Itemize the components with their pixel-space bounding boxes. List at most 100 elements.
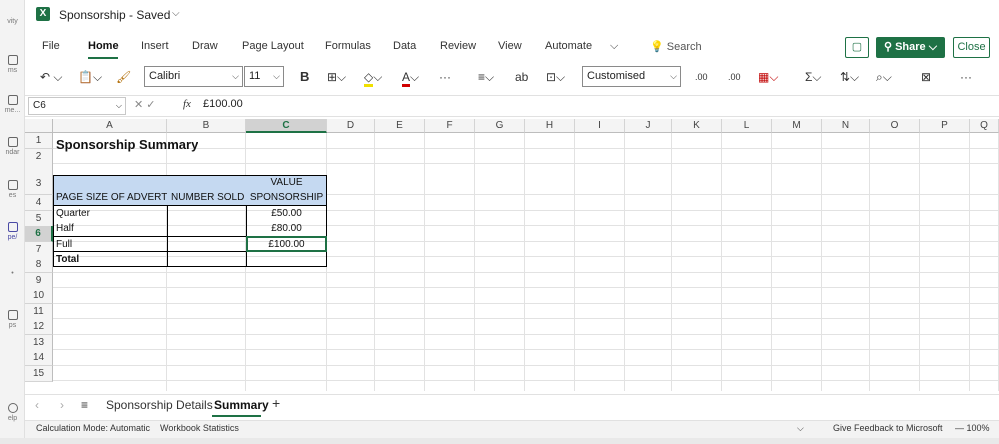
select-all-corner[interactable] [25,119,53,133]
find-icon[interactable]: ⌕⌵ [876,66,892,88]
row-header-2[interactable]: 2 [25,149,53,165]
column-header-c[interactable]: C [246,119,327,133]
zoom-level[interactable]: — 100% [955,423,999,433]
row-header-3[interactable]: 3 [25,164,53,195]
column-header-n[interactable]: N [822,119,870,133]
share-button[interactable]: ⚲ Share ⌵ [876,37,945,58]
cancel-icon[interactable]: ✕ [134,99,143,111]
menu-file[interactable]: File [42,40,60,52]
all-sheets-menu-icon[interactable]: ≡ [81,398,88,412]
column-header-o[interactable]: O [870,119,920,133]
column-header-b[interactable]: B [167,119,246,133]
row-header-6[interactable]: 6 [25,226,53,242]
add-sheet-icon[interactable]: + [272,395,280,411]
close-button[interactable]: Close [953,37,990,58]
number-format-combo[interactable]: Customised ⌵ [582,66,681,87]
row-header-12[interactable]: 12 [25,319,53,335]
column-header-a[interactable]: A [53,119,167,133]
row-header-11[interactable]: 11 [25,304,53,320]
more-options-icon[interactable]: ··· [439,66,451,88]
chevron-down-icon[interactable]: ⌵ [172,8,180,19]
workbook-statistics[interactable]: Workbook Statistics [160,423,239,433]
menu-home[interactable]: Home [88,40,119,52]
column-header-j[interactable]: J [625,119,672,133]
rail-item-help[interactable]: elp [0,403,25,422]
comments-button[interactable]: ▢ [845,37,869,58]
column-header-m[interactable]: M [772,119,822,133]
cell-c4[interactable]: £50.00 [246,208,327,219]
row-header-4[interactable]: 4 [25,195,53,211]
name-box[interactable]: C6 ⌵ [28,97,126,115]
column-header-h[interactable]: H [525,119,575,133]
merge-icon[interactable]: ⊡⌵ [546,66,565,88]
rail-item-apps-store[interactable]: ps [0,310,25,329]
cell-a6[interactable]: Full [56,239,72,250]
formula-cancel-confirm[interactable]: ✕ ✓ [134,98,156,111]
wrap-text-icon[interactable]: ab [515,66,528,88]
menu-automate[interactable]: Automate [545,40,592,52]
column-header-q[interactable]: Q [970,119,999,133]
clipboard-icon[interactable]: 📋⌵ [78,66,102,88]
rail-item-activity[interactable]: vity [0,18,25,25]
cell-a7-total[interactable]: Total [56,254,79,265]
document-title[interactable]: Sponsorship - Saved [59,8,170,22]
borders-icon[interactable]: ⊞⌵ [327,66,346,88]
menu-review[interactable]: Review [440,40,476,52]
cell-c5[interactable]: £80.00 [246,223,327,234]
search-box[interactable]: 💡 Search [650,40,702,53]
menu-data[interactable]: Data [393,40,416,52]
scroll-tabs-left-icon[interactable]: ‹ [35,398,39,412]
font-size-combo[interactable]: 11 ⌵ [244,66,284,87]
rail-item-teams[interactable]: ms [0,55,25,74]
menu-view[interactable]: View [498,40,522,52]
row-header-8[interactable]: 8 [25,257,53,273]
header-value-line2[interactable]: SPONSORSHIP [246,192,327,203]
font-name-combo[interactable]: Calibri ⌵ [144,66,243,87]
decrease-decimal-icon[interactable]: .00 [728,66,741,88]
menu-page-layout[interactable]: Page Layout [242,40,304,52]
tab-summary[interactable]: Summary [214,398,269,412]
column-header-e[interactable]: E [375,119,425,133]
undo-icon[interactable]: ↶ ⌵ [40,66,63,88]
menu-insert[interactable]: Insert [141,40,169,52]
column-header-p[interactable]: P [920,119,970,133]
header-value-line1[interactable]: VALUE [246,177,327,188]
row-header-9[interactable]: 9 [25,273,53,289]
row-header-7[interactable]: 7 [25,242,53,258]
row-header-15[interactable]: 15 [25,366,53,382]
column-header-d[interactable]: D [327,119,375,133]
row-header-5[interactable]: 5 [25,211,53,227]
row-header-10[interactable]: 10 [25,288,53,304]
rail-item-files[interactable]: es [0,180,25,199]
align-icon[interactable]: ≡⌵ [478,66,494,88]
rail-more[interactable]: • [0,270,25,277]
cell-a5[interactable]: Half [56,223,74,234]
chevron-down-icon[interactable]: ⌵ [797,423,804,434]
ribbon-more-icon[interactable]: ··· [960,66,972,88]
feedback-link[interactable]: Give Feedback to Microsoft [833,423,943,433]
rail-item-home[interactable]: me... [0,95,25,114]
column-header-g[interactable]: G [475,119,525,133]
menu-draw[interactable]: Draw [192,40,218,52]
bold-button[interactable]: B [300,66,309,88]
increase-decimal-icon[interactable]: .00 [695,66,708,88]
more-tabs-chevron-icon[interactable]: ⌵ [610,40,618,53]
fx-icon[interactable]: fx [183,98,191,110]
menu-formulas[interactable]: Formulas [325,40,371,52]
cell-a4[interactable]: Quarter [56,208,90,219]
format-painter-icon[interactable]: 🖌 [116,66,131,88]
column-header-l[interactable]: L [722,119,772,133]
tab-sponsorship-details[interactable]: Sponsorship Details [106,398,213,412]
sort-filter-icon[interactable]: ⇅⌵ [840,66,859,88]
fill-color-icon[interactable]: ◇⌵ [364,66,382,88]
font-color-icon[interactable]: A⌵ [402,66,419,88]
rail-item-apps[interactable]: pe/ [0,222,25,241]
analyze-data-icon[interactable]: ⊠ [921,66,931,88]
row-header-14[interactable]: 14 [25,350,53,366]
formula-input[interactable]: £100.00 [203,98,243,110]
scroll-tabs-right-icon[interactable]: › [60,398,64,412]
autosum-icon[interactable]: Σ⌵ [805,66,822,88]
rail-item-calendar[interactable]: ndar [0,137,25,156]
column-header-k[interactable]: K [672,119,722,133]
column-header-i[interactable]: I [575,119,625,133]
